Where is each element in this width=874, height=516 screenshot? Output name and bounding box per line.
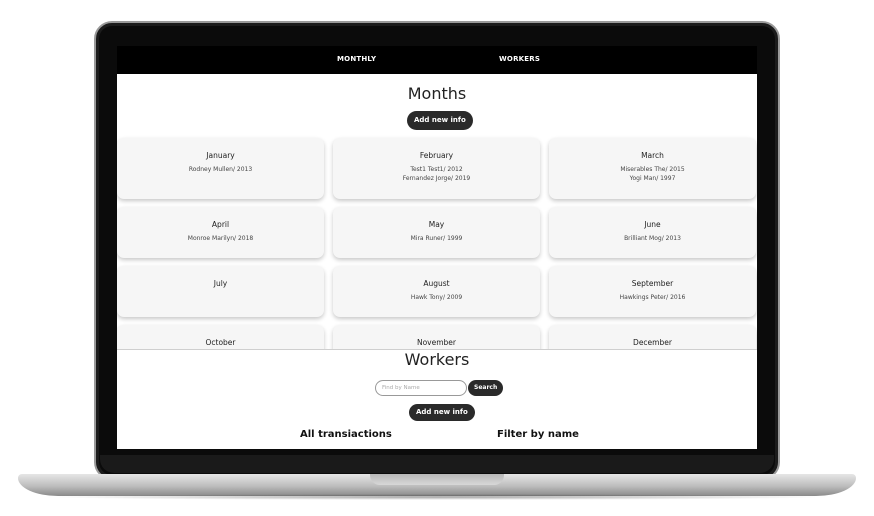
month-name: April [211, 220, 230, 229]
month-name: November [416, 338, 457, 347]
month-entry: Monroe Marilyn/ 2018 [187, 235, 254, 242]
month-entry: Brilliant Mog/ 2013 [624, 235, 681, 242]
months-title: Months [407, 84, 467, 103]
month-entry: Rodney Mullen/ 2013 [188, 166, 253, 173]
month-card-november[interactable]: November [333, 325, 540, 350]
laptop-screen: MONTHLY WORKERS Months Add new info Janu… [117, 46, 757, 449]
month-card-march[interactable]: March Miserables The/ 2015 Yogi Man/ 199… [549, 138, 756, 199]
month-card-january[interactable]: January Rodney Mullen/ 2013 [117, 138, 324, 199]
search-button[interactable]: Search [468, 380, 504, 396]
month-card-june[interactable]: June Brilliant Mog/ 2013 [549, 207, 756, 258]
month-name: December [633, 338, 672, 347]
month-name: September [631, 279, 674, 288]
workers-title: Workers [404, 350, 470, 369]
month-entry: Fernandez Jorge/ 2019 [402, 174, 471, 182]
month-name: June [644, 220, 661, 229]
month-name: March [641, 151, 664, 160]
workers-section: Workers Search Add new info All transiac… [117, 349, 757, 449]
search-input[interactable] [375, 380, 467, 396]
top-nav: MONTHLY WORKERS [117, 46, 757, 74]
month-card-february[interactable]: February Test1 Test1/ 2012 Fernandez Jor… [333, 138, 540, 199]
laptop-base-notch [370, 474, 504, 485]
month-entry: Hawkings Peter/ 2016 [619, 294, 686, 301]
laptop-shadow [40, 494, 834, 500]
month-name: July [213, 279, 228, 288]
month-name: May [428, 220, 445, 229]
months-add-info-button[interactable]: Add new info [407, 111, 473, 130]
month-entry: Test1 Test1/ 2012 [410, 166, 463, 173]
month-card-may[interactable]: May Mira Runer/ 1999 [333, 207, 540, 258]
month-entry: Hawk Tony/ 2009 [410, 294, 463, 301]
months-section: Months Add new info January Rodney Mulle… [117, 74, 757, 350]
month-entry: Yogi Man/ 1997 [629, 174, 676, 182]
tab-filter-by-name[interactable]: Filter by name [497, 429, 579, 440]
laptop-chin [100, 455, 774, 473]
workers-add-info-button[interactable]: Add new info [409, 404, 475, 421]
month-card-april[interactable]: April Monroe Marilyn/ 2018 [117, 207, 324, 258]
months-grid: January Rodney Mullen/ 2013 February Tes… [117, 138, 757, 350]
month-name: January [206, 151, 235, 160]
nav-link-monthly[interactable]: MONTHLY [337, 55, 376, 63]
month-card-september[interactable]: September Hawkings Peter/ 2016 [549, 266, 756, 317]
month-entry: Miserables The/ 2015 [620, 166, 685, 173]
month-name: August [423, 279, 450, 288]
month-entry: Mira Runer/ 1999 [410, 235, 463, 242]
month-card-december[interactable]: December [549, 325, 756, 350]
nav-link-workers[interactable]: WORKERS [499, 55, 540, 63]
month-card-october[interactable]: October [117, 325, 324, 350]
month-name: October [205, 338, 236, 347]
month-card-august[interactable]: August Hawk Tony/ 2009 [333, 266, 540, 317]
month-card-july[interactable]: July [117, 266, 324, 317]
month-name: February [419, 151, 454, 160]
tab-all-transactions[interactable]: All transiactions [300, 429, 392, 440]
